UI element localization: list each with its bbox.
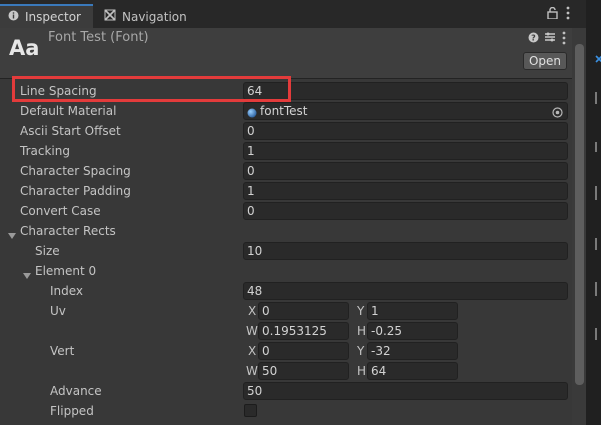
- character-rects-foldout-icon[interactable]: [8, 228, 16, 242]
- convert-case-label: Convert Case: [20, 204, 101, 218]
- flipped-label: Flipped: [50, 404, 94, 418]
- index-label: Index: [50, 284, 84, 298]
- tab-navigation-label: Navigation: [122, 9, 187, 24]
- more-options-icon[interactable]: [566, 6, 570, 23]
- vert-label: Vert: [50, 344, 75, 358]
- asset-title: Font Test (Font): [48, 30, 149, 45]
- lock-icon[interactable]: [547, 6, 558, 22]
- uv-label: Uv: [50, 304, 66, 318]
- vert-w-label: W: [246, 364, 258, 378]
- uv-w-field[interactable]: 0.1953125: [258, 322, 349, 340]
- edge-icon-2: [595, 142, 601, 152]
- uv-x-label: X: [248, 304, 257, 318]
- edge-icon-4: [595, 238, 601, 250]
- default-material-field[interactable]: fontTest: [243, 102, 568, 120]
- close-icon[interactable]: [595, 52, 601, 66]
- element0-label[interactable]: Element 0: [35, 264, 96, 278]
- header-more-icon[interactable]: [562, 31, 566, 48]
- size-field[interactable]: 10: [243, 242, 568, 260]
- convert-case-field[interactable]: 0: [243, 202, 568, 220]
- vert-x-label: X: [248, 344, 257, 358]
- character-padding-field[interactable]: 1: [243, 182, 568, 200]
- vert-x-field[interactable]: 0: [258, 342, 349, 360]
- character-spacing-field[interactable]: 0: [243, 162, 568, 180]
- edge-icon-6: [595, 328, 601, 340]
- material-icon: [247, 106, 257, 119]
- vert-y-label: Y: [357, 344, 365, 358]
- tab-bar: Inspector Navigation: [0, 0, 586, 28]
- character-spacing-label: Character Spacing: [20, 164, 131, 178]
- flipped-checkbox[interactable]: [244, 404, 257, 417]
- character-rects-label[interactable]: Character Rects: [20, 224, 116, 238]
- info-icon: [8, 10, 19, 24]
- vert-h-label: H: [357, 364, 367, 378]
- object-picker-icon[interactable]: [552, 106, 563, 119]
- edge-icon-1: [595, 92, 601, 104]
- default-material-label: Default Material: [20, 104, 117, 118]
- help-icon[interactable]: ?: [528, 32, 539, 46]
- default-material-value: fontTest: [260, 104, 308, 118]
- tab-navigation[interactable]: Navigation: [96, 5, 196, 28]
- vert-y-field[interactable]: -32: [367, 342, 458, 360]
- tab-inspector-label: Inspector: [25, 10, 81, 24]
- highlight-box: [12, 76, 291, 102]
- uv-y-field[interactable]: 1: [367, 302, 458, 320]
- preset-icon[interactable]: [544, 31, 556, 46]
- uv-h-field[interactable]: -0.25: [367, 322, 458, 340]
- ascii-start-offset-label: Ascii Start Offset: [20, 124, 121, 138]
- uv-h-label: H: [357, 324, 367, 338]
- vert-w-field[interactable]: 50: [258, 362, 349, 380]
- advance-field[interactable]: 50: [243, 382, 568, 400]
- index-field[interactable]: 48: [243, 282, 568, 300]
- advance-label: Advance: [50, 384, 102, 398]
- size-label: Size: [35, 244, 60, 258]
- element0-foldout-icon[interactable]: [23, 268, 31, 282]
- line-spacing-field[interactable]: 64: [243, 82, 568, 100]
- uv-w-label: W: [246, 324, 258, 338]
- scrollbar-thumb[interactable]: [575, 44, 584, 385]
- svg-text:?: ?: [531, 34, 536, 43]
- edge-icon-3: [595, 186, 601, 200]
- vert-h-field[interactable]: 64: [367, 362, 458, 380]
- uv-x-field[interactable]: 0: [258, 302, 349, 320]
- edge-icon-5: [595, 282, 601, 296]
- tracking-field[interactable]: 1: [243, 142, 568, 160]
- character-padding-label: Character Padding: [20, 184, 131, 198]
- tab-inspector[interactable]: Inspector: [0, 4, 93, 28]
- open-button[interactable]: Open: [523, 52, 567, 70]
- ascii-start-offset-field[interactable]: 0: [243, 122, 568, 140]
- uv-y-label: Y: [357, 304, 365, 318]
- font-asset-icon: Aa: [9, 36, 40, 60]
- tracking-label: Tracking: [20, 144, 70, 158]
- adjacent-panel: [586, 0, 601, 425]
- navigation-icon: [104, 9, 116, 24]
